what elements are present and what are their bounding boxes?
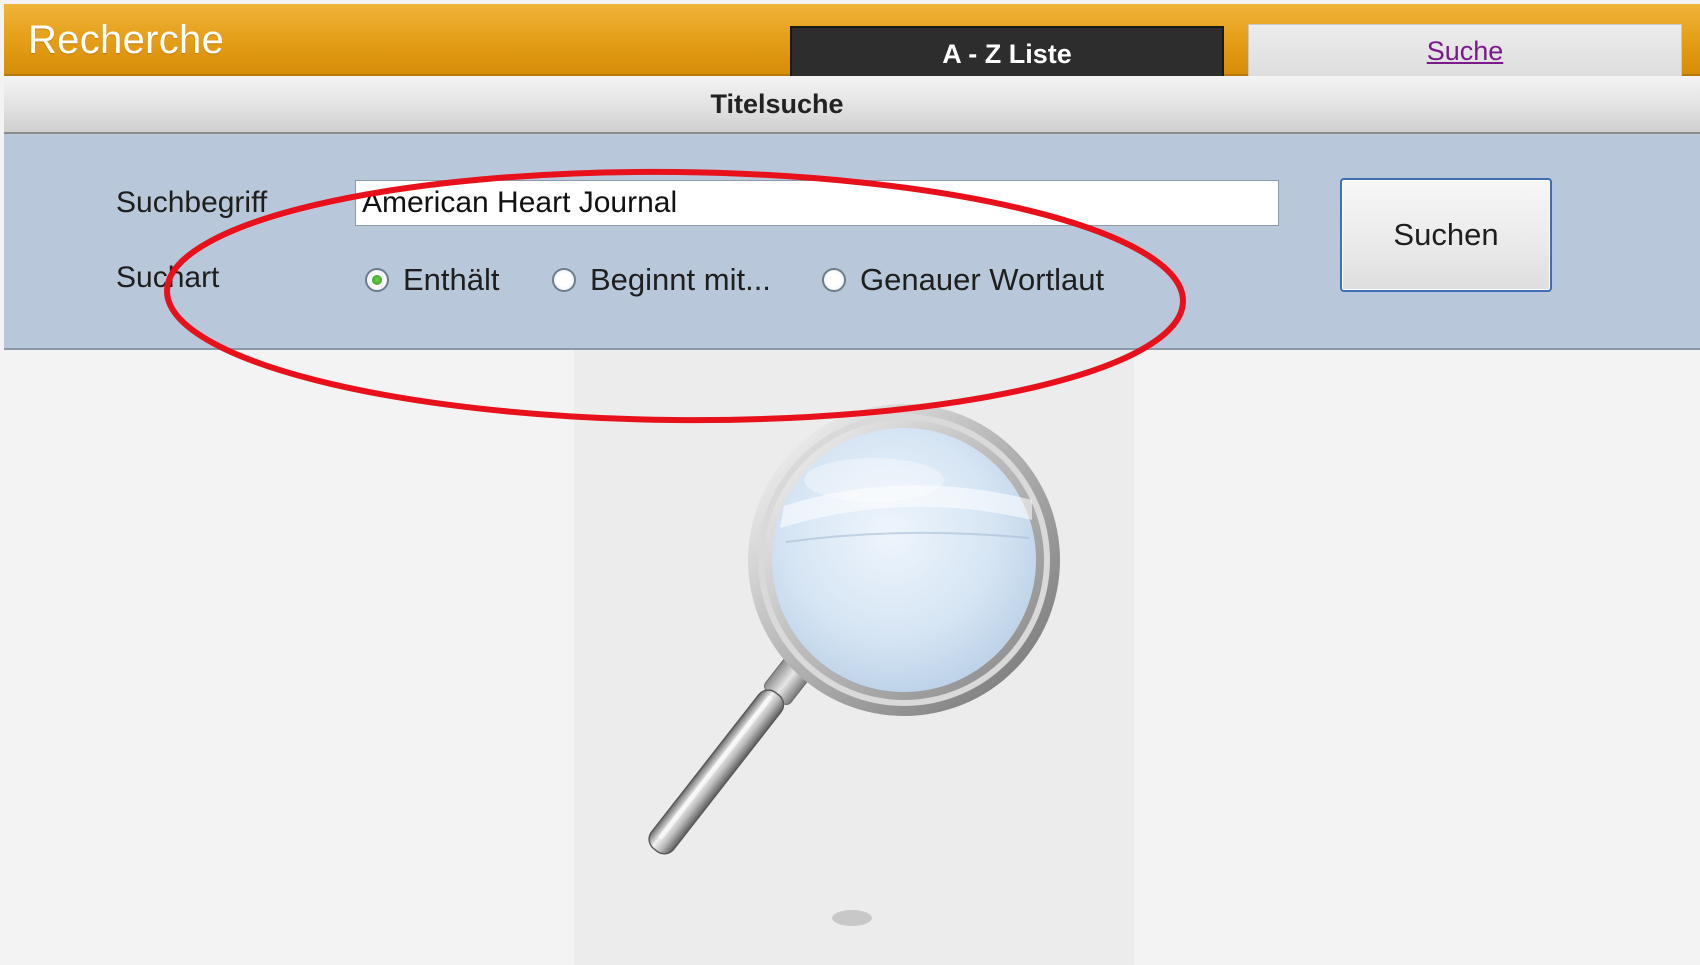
subheader-bar: Titelsuche [4, 76, 1700, 134]
page-title: Titelsuche [710, 89, 844, 119]
tab-a-z-list[interactable]: A - Z Liste [790, 26, 1224, 78]
tab-search-label[interactable]: Suche [1427, 36, 1504, 66]
search-panel: Suchbegriff Suchart Enthält Beginnt mit.… [4, 134, 1700, 350]
search-input[interactable] [355, 180, 1279, 226]
radio-option-contains[interactable]: Enthält [365, 260, 500, 300]
radio-option-begins-with[interactable]: Beginnt mit... [552, 260, 771, 300]
radio-option-exact-phrase-label[interactable]: Genauer Wortlaut [860, 262, 1104, 298]
app-title: Recherche [28, 18, 225, 62]
search-mode-label: Suchart [116, 261, 220, 294]
app-window: Recherche A - Z Liste Suche Titelsuche S… [0, 0, 1700, 965]
radio-unchecked-icon[interactable] [822, 268, 846, 292]
header-bar: Recherche A - Z Liste Suche [4, 4, 1700, 82]
magnifier-icon [648, 404, 1060, 926]
illustration-panel [574, 350, 1134, 965]
radio-unchecked-icon[interactable] [552, 268, 576, 292]
radio-option-exact-phrase[interactable]: Genauer Wortlaut [822, 260, 1104, 300]
search-term-label: Suchbegriff [116, 186, 268, 219]
radio-option-contains-label[interactable]: Enthält [403, 262, 500, 298]
radio-option-begins-with-label[interactable]: Beginnt mit... [590, 262, 771, 298]
search-button[interactable]: Suchen [1340, 178, 1552, 292]
tab-search[interactable]: Suche [1248, 24, 1682, 82]
content-area [4, 350, 1700, 965]
radio-checked-icon[interactable] [365, 268, 389, 292]
